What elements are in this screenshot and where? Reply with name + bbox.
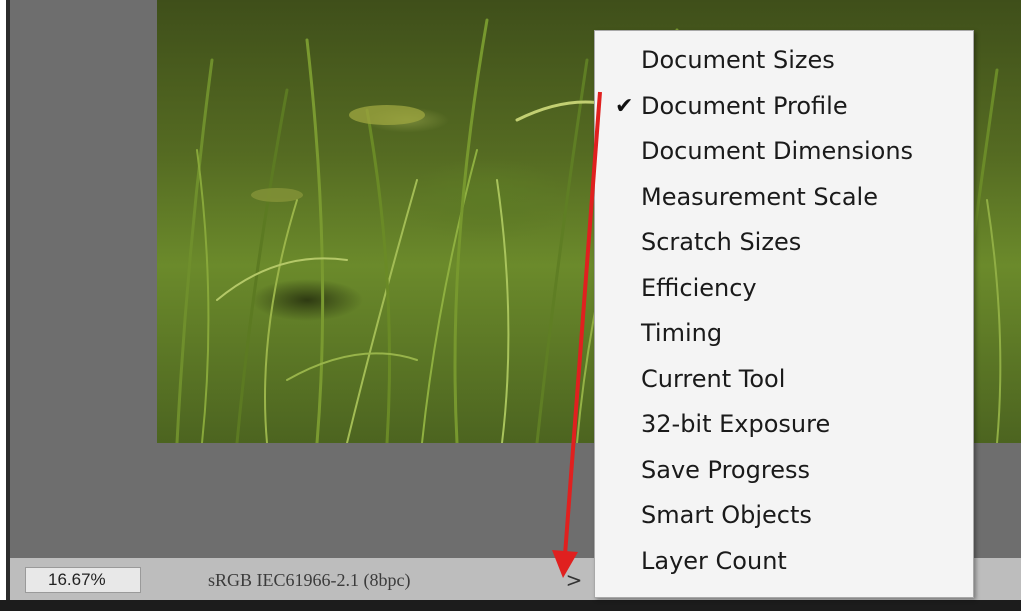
menu-item-document-dimensions[interactable]: Document Dimensions [595,129,973,174]
menu-item-label: 32-bit Exposure [641,410,831,438]
menu-item-label: Layer Count [641,546,787,575]
checkmark-icon: ✔ [615,93,634,119]
menu-item-document-sizes[interactable]: Document Sizes [595,38,973,83]
zoom-level-field[interactable]: 16.67% [25,567,141,593]
menu-item-scratch-sizes[interactable]: Scratch Sizes [595,220,973,265]
menu-item-label: Document Profile [641,91,848,120]
document-info-text: sRGB IEC61966-2.1 (8bpc) [208,570,411,590]
menu-item-label: Document Dimensions [641,137,914,165]
bottom-edge [0,600,1021,611]
menu-item-current-tool[interactable]: Current Tool [595,357,973,402]
menu-item-document-profile[interactable]: ✔ Document Profile [595,84,973,129]
menu-item-32-bit-exposure[interactable]: 32-bit Exposure [595,402,973,447]
menu-item-label: Smart Objects [641,501,812,529]
menu-item-label: Measurement Scale [641,182,878,211]
menu-item-smart-objects[interactable]: Smart Objects [595,493,973,538]
menu-item-label: Scratch Sizes [641,228,802,256]
status-info-menu: Document Sizes ✔ Document Profile Document … [594,30,974,598]
status-menu-arrow-button[interactable]: > [560,565,588,595]
left-edge [0,0,10,611]
menu-item-efficiency[interactable]: Efficiency [595,266,973,311]
menu-item-timing[interactable]: Timing [595,311,973,356]
menu-item-label: Current Tool [641,364,786,393]
menu-item-save-progress[interactable]: Save Progress [595,448,973,493]
menu-item-layer-count[interactable]: Layer Count [595,539,973,584]
menu-item-label: Save Progress [641,455,810,484]
menu-item-label: Efficiency [641,273,757,302]
menu-item-label: Timing [641,319,723,347]
menu-item-label: Document Sizes [641,46,835,74]
menu-item-measurement-scale[interactable]: Measurement Scale [595,175,973,220]
